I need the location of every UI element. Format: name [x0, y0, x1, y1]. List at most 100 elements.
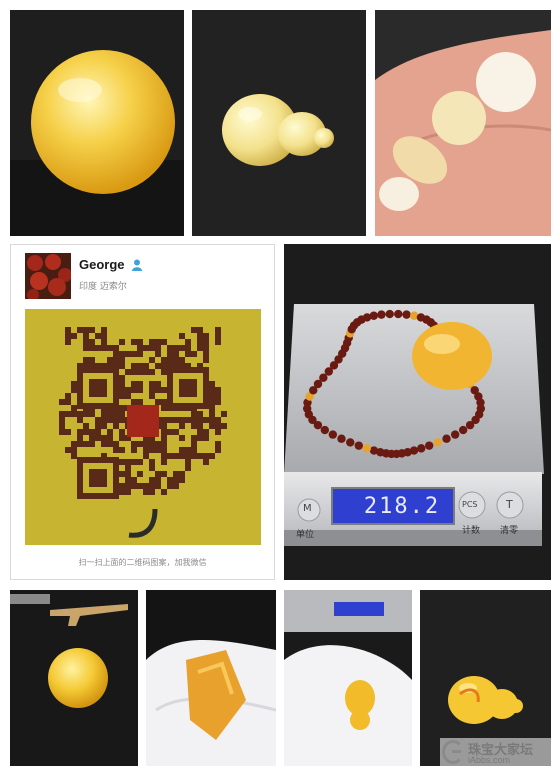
qr-module	[101, 411, 107, 417]
qr-module	[197, 429, 203, 435]
qr-module	[77, 411, 83, 417]
qr-module	[71, 333, 77, 339]
qr-module	[173, 417, 179, 423]
necklace-bead	[458, 425, 468, 435]
qr-module	[65, 339, 71, 345]
qr-module	[149, 381, 155, 387]
scale-m-button[interactable]: M	[303, 503, 312, 514]
qr-module	[191, 447, 197, 453]
qr-module	[95, 423, 101, 429]
qr-module	[131, 381, 137, 387]
necklace-bead	[425, 441, 434, 450]
qr-module	[155, 477, 161, 483]
qr-module	[119, 411, 125, 417]
scale-pcs-button[interactable]: PCS	[462, 500, 478, 509]
qr-module	[83, 357, 89, 363]
g-logo-bar	[452, 750, 461, 753]
qr-module	[209, 423, 215, 429]
qr-module	[137, 351, 143, 357]
qr-module	[173, 345, 179, 351]
qr-module	[137, 363, 143, 369]
wechat-contact-card: George 印度 迈索尔 扫一扫上面的二维码图案，加我微信	[10, 244, 275, 580]
qr-module	[143, 489, 149, 495]
qr-module	[161, 453, 167, 459]
qr-module	[113, 441, 119, 447]
qr-module	[149, 369, 155, 375]
necklace-bead	[465, 420, 475, 430]
qr-module	[71, 381, 77, 387]
qr-module	[125, 489, 131, 495]
qr-module	[203, 345, 209, 351]
qr-module	[119, 435, 125, 441]
qr-module	[149, 465, 155, 471]
qr-module	[173, 483, 179, 489]
qr-module	[179, 423, 185, 429]
qr-module	[143, 345, 149, 351]
qr-module	[95, 345, 101, 351]
qr-module	[125, 387, 131, 393]
qr-module	[215, 333, 221, 339]
qr-module	[155, 351, 161, 357]
site-watermark: 珠宝大家坛 iAbbs.com	[440, 738, 552, 768]
qr-module	[191, 417, 197, 423]
qr-module	[161, 387, 167, 393]
necklace-bead	[385, 309, 394, 319]
qr-module	[131, 483, 137, 489]
qr-module	[203, 435, 209, 441]
qr-module	[197, 417, 203, 423]
qr-module	[71, 453, 77, 459]
qr-module	[149, 345, 155, 351]
qr-module	[185, 447, 191, 453]
qr-module	[77, 417, 83, 423]
qr-code[interactable]	[25, 309, 261, 545]
qr-module	[179, 417, 185, 423]
photo-hand-with-beads	[375, 10, 551, 236]
qr-module	[155, 447, 161, 453]
qr-module	[77, 441, 83, 447]
qr-module	[209, 387, 215, 393]
qr-module	[59, 417, 65, 423]
qr-module	[209, 405, 215, 411]
qr-module	[71, 411, 77, 417]
qr-module	[83, 411, 89, 417]
qr-module	[95, 435, 101, 441]
scale-t-button[interactable]: T	[506, 498, 513, 511]
qr-module	[101, 423, 107, 429]
qr-module	[89, 357, 95, 363]
qr-module	[107, 429, 113, 435]
qr-module	[113, 447, 119, 453]
qr-module	[155, 483, 161, 489]
qr-module	[203, 429, 209, 435]
necklace-bead	[320, 425, 330, 435]
qr-module	[137, 483, 143, 489]
qr-module	[95, 333, 101, 339]
qr-module	[119, 339, 125, 345]
qr-module	[107, 357, 113, 363]
qr-module	[179, 453, 185, 459]
qr-module	[65, 393, 71, 399]
qr-module	[185, 345, 191, 351]
qr-module	[179, 345, 185, 351]
qr-module	[101, 327, 107, 333]
qr-module	[161, 471, 167, 477]
qr-module	[131, 363, 137, 369]
qr-module	[59, 399, 65, 405]
contact-name: George	[79, 257, 125, 272]
qr-module	[113, 411, 119, 417]
qr-module	[191, 351, 197, 357]
necklace-bead	[417, 444, 426, 453]
qr-module	[185, 351, 191, 357]
qr-module	[149, 441, 155, 447]
qr-module	[161, 369, 167, 375]
qr-module	[179, 477, 185, 483]
qr-module	[71, 387, 77, 393]
qr-module	[143, 363, 149, 369]
qr-module	[209, 393, 215, 399]
qr-module	[185, 417, 191, 423]
necklace-bead	[328, 430, 338, 439]
qr-module	[215, 327, 221, 333]
qr-module	[191, 411, 197, 417]
qr-module	[173, 471, 179, 477]
qr-module	[89, 435, 95, 441]
qr-module	[137, 345, 143, 351]
